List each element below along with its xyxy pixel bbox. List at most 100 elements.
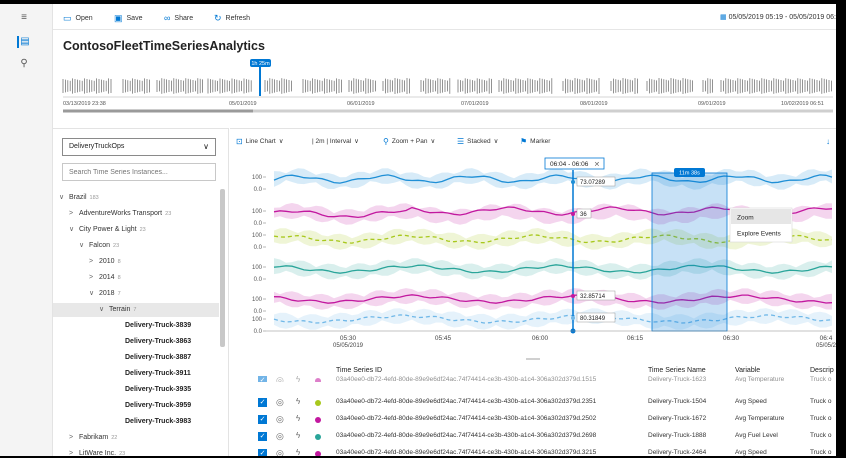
brush-duration-text: 11m 38s (679, 171, 700, 177)
y-tick-label: 100 (252, 297, 263, 303)
lightning-icon[interactable]: ϟ (296, 397, 300, 406)
row-checkbox[interactable]: ✓ (258, 415, 267, 424)
y-axis-ticks: 100 0.0 100 0.0 100 0.0 100 0.0 100 0.0 100 0.0 (252, 175, 266, 335)
brush-selection[interactable] (651, 172, 728, 332)
table-row[interactable]: ✓ ◎ ϟ 03a40ee0-db72-4efd-80de-89e9e6df24ac.… (230, 394, 836, 411)
tree-node[interactable]: > Fabrikam 22 (69, 431, 117, 445)
target-icon[interactable]: ◎ (276, 448, 284, 456)
tree-node[interactable]: ∨ Brazil 183 (59, 191, 99, 205)
table-row[interactable]: ✓ ◎ ϟ 03a40ee0-db72-4efd-80de-89e9e6df24ac.… (230, 428, 836, 445)
row-checkbox[interactable]: ✓ (258, 376, 267, 382)
tree-instance-item[interactable]: Delivery-Truck-3959 (115, 399, 194, 413)
save-button[interactable]: ▣ Save (114, 12, 142, 24)
tree-node[interactable]: > AdventureWorks Transport 23 (69, 207, 171, 221)
tree-node-label: Delivery-Truck-3887 (125, 354, 192, 361)
row-checkbox[interactable]: ✓ (258, 398, 267, 407)
series-layer (273, 168, 833, 330)
chevron-down-icon: ∨ (69, 226, 75, 233)
table-row[interactable]: ✓ ◎ ϟ 03a40ee0-db72-4efd-80de-89e9e6df24ac.… (230, 411, 836, 428)
row-checkbox[interactable]: ✓ (258, 449, 267, 456)
row-checkbox[interactable]: ✓ (258, 432, 267, 441)
tree-node[interactable]: ∨ 2018 7 (89, 287, 121, 301)
tree-node[interactable]: ∨ City Power & Light 23 (69, 223, 146, 237)
top-toolbar: ▭ Open ▣ Save ∞ Share ↻ Refresh ▦ 05/05/… (53, 4, 836, 30)
x-tick-sublabel: 05/05/2019 (333, 343, 364, 349)
cell-description: Truck o (810, 432, 832, 439)
target-icon[interactable]: ◎ (276, 414, 284, 425)
marker-value-dot (571, 180, 575, 184)
tree-instance-item[interactable]: Delivery-Truck-3863 (115, 335, 194, 349)
calendar-icon: ▦ (719, 14, 727, 21)
hierarchy-panel: DeliveryTruckOps ∨ ∨ Brazil183 > AdventureW… (53, 128, 229, 456)
availability-chart[interactable]: 1h 25m 03/13/2019 23:38 05/01/2019 06/01/2… (53, 58, 836, 122)
tree-node[interactable]: >2014 8 (89, 271, 121, 285)
tree-instance-item[interactable]: Delivery-Truck-3911 (115, 367, 194, 381)
lightning-icon[interactable]: ϟ (296, 414, 300, 423)
cell-time-series-id: 03a40ee0-db72-4efd-80de-89e9e6df24ac.74f… (336, 415, 597, 422)
tree-node-count: 23 (139, 227, 146, 233)
marker-close-icon[interactable]: ✕ (594, 162, 600, 169)
marker-value-dot (571, 316, 575, 320)
date-range-button[interactable]: ▦ 05/05/2019 05:19 - 05/05/2019 06: (720, 13, 836, 21)
tree-node-count: 23 (119, 451, 126, 456)
tree-node-count: 23 (113, 243, 120, 249)
context-menu-explore-events[interactable]: Explore Events (737, 231, 781, 238)
open-button[interactable]: ▭ Open (63, 12, 93, 24)
share-button[interactable]: ∞ Share (164, 12, 193, 24)
x-tick-label: 06:15 (627, 335, 644, 342)
context-menu-zoom[interactable]: Zoom (737, 215, 754, 222)
table-row[interactable]: ✓ ◎ ϟ 03a40ee0-db72-4efd-80de-89e9e6df24ac.… (230, 445, 836, 456)
refresh-label: Refresh (225, 14, 251, 22)
tree-instance-item[interactable]: Delivery-Truck-3935 (115, 383, 194, 397)
tree-node-count: 7 (117, 291, 121, 297)
hierarchy-select[interactable]: DeliveryTruckOps ∨ (62, 138, 216, 156)
line-chart-svg[interactable]: 100 0.0 100 0.0 100 0.0 100 0.0 100 0.0 100 0.0 11m… (230, 129, 836, 361)
lightning-icon[interactable]: ϟ (296, 431, 300, 440)
model-icon[interactable]: ⚲ (17, 58, 31, 70)
hierarchy-select-value: DeliveryTruckOps (69, 143, 125, 150)
availability-date-labels: 03/13/2019 23:38 05/01/2019 06/01/2019 07/0… (63, 101, 824, 107)
series-color-dot (315, 417, 321, 423)
pane-resize-handle[interactable] (526, 358, 540, 360)
cell-variable: Avg Temperature (735, 376, 785, 382)
series-color-dot (315, 400, 321, 406)
x-tick-label: 06:30 (723, 335, 740, 342)
lightning-icon[interactable]: ϟ (296, 375, 300, 382)
analyze-icon[interactable]: ▤ (17, 36, 31, 48)
target-icon[interactable]: ◎ (276, 375, 284, 382)
environment-title: ContosoFleetTimeSeriesAnalytics (63, 39, 265, 53)
lightning-icon[interactable]: ϟ (296, 448, 300, 456)
chevron-right-icon: > (89, 274, 94, 281)
cell-time-series-name: Delivery-Truck-2464 (648, 449, 707, 456)
target-icon[interactable]: ◎ (276, 431, 284, 442)
chevron-right-icon: > (69, 434, 74, 441)
tree-node[interactable]: ∨ Falcon 23 (79, 239, 119, 253)
tree-instance-item[interactable]: Delivery-Truck-3839 (115, 319, 194, 333)
chevron-down-icon: ∨ (79, 242, 85, 249)
tree-node[interactable]: ∨ Terrain 7 (53, 303, 219, 317)
nav-rail: ≡ ▤ ⚲ (0, 4, 53, 456)
tree-node-label: 2014 (99, 274, 115, 281)
selection-badge-text: 1h 25m (251, 61, 270, 67)
share-label: Share (174, 14, 194, 22)
save-label: Save (126, 14, 143, 22)
tree-instance-item[interactable]: Delivery-Truck-3887 (115, 351, 194, 365)
y-tick-label: 100 (252, 265, 263, 271)
y-tick-label: 100 (252, 233, 263, 239)
cell-time-series-name: Delivery-Truck-1504 (648, 398, 707, 405)
series-color-dot (315, 451, 321, 456)
tree-scrollbar[interactable] (220, 189, 225, 347)
target-icon[interactable]: ◎ (276, 397, 284, 408)
tree-node[interactable]: >2010 8 (89, 255, 121, 269)
tree-node-label: City Power & Light (79, 226, 137, 233)
instance-search-input[interactable] (62, 163, 216, 181)
tree-node[interactable]: > LitWare Inc. 23 (69, 447, 125, 456)
table-row[interactable]: ✓ ◎ ϟ 03a40ee0-db72-4efd-80de-89e9e6df24ac.… (230, 372, 836, 382)
refresh-button[interactable]: ↻ Refresh (214, 12, 250, 24)
hamburger-menu-icon[interactable]: ≡ (17, 12, 31, 24)
chevron-right-icon: > (89, 258, 94, 265)
cell-time-series-name: Delivery-Truck-1623 (648, 376, 707, 382)
tree-instance-item[interactable]: Delivery-Truck-3983 (115, 415, 194, 429)
share-icon: ∞ (164, 13, 171, 23)
availability-date-label: 09/01/2019 (698, 101, 726, 107)
